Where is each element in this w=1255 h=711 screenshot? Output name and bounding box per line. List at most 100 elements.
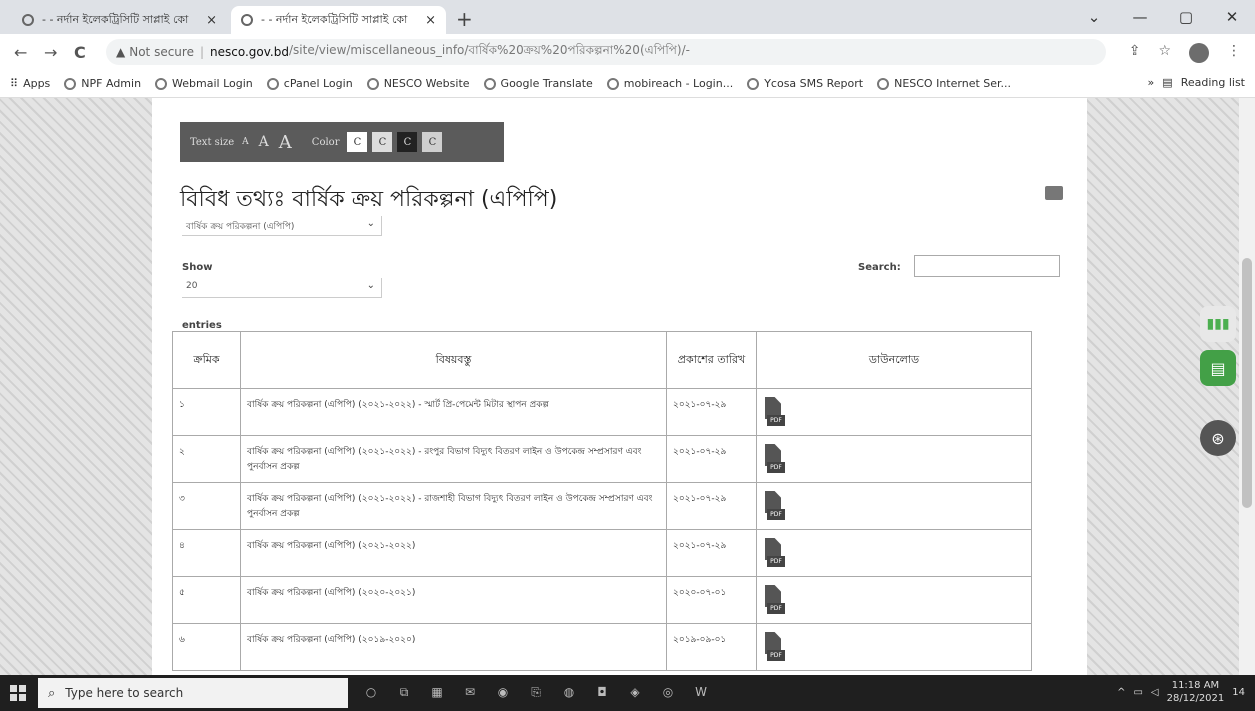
tray-chevron-icon[interactable]: ^: [1117, 687, 1125, 698]
tab-search-icon[interactable]: ⌄: [1071, 8, 1117, 26]
search-label: Search:: [858, 262, 901, 273]
chrome-active-icon[interactable]: ◎: [657, 681, 679, 703]
bookmark-npf-admin[interactable]: NPF Admin: [64, 77, 141, 90]
task-view-icon[interactable]: ⧉: [393, 681, 415, 703]
pdf-download-icon[interactable]: PDF: [765, 538, 787, 568]
bookmark-webmail[interactable]: Webmail Login: [155, 77, 253, 90]
color-light-button[interactable]: C: [372, 132, 393, 152]
pdf-download-icon[interactable]: PDF: [765, 397, 787, 427]
reading-list-button[interactable]: Reading list: [1181, 76, 1245, 89]
back-icon[interactable]: ←: [14, 43, 27, 62]
close-window-button[interactable]: ✕: [1209, 8, 1255, 26]
color-white-button[interactable]: C: [347, 132, 368, 152]
bookmark-star-icon[interactable]: ☆: [1158, 43, 1171, 63]
accessibility-icon[interactable]: ⊛: [1200, 420, 1236, 456]
browser-tab-1[interactable]: - - নর্দান ইলেকট্রিসিটি সাপ্লাই কো ×: [12, 6, 227, 34]
subject-cell: বার্ষিক ক্রয় পরিকল্পনা (এপিপি) (২০২১-২০…: [240, 482, 667, 530]
category-select-value: বার্ষিক ক্রয় পরিকল্পনা (এপিপি): [186, 222, 295, 232]
subject-cell: বার্ষিক ক্রয় পরিকল্পনা (এপিপি) (২০২১-২০…: [240, 529, 667, 577]
window-controls: ⌄ — ▢ ✕: [1071, 0, 1255, 34]
app-icon[interactable]: ◈: [624, 681, 646, 703]
network-icon[interactable]: ▭: [1133, 687, 1142, 698]
entries-count-select[interactable]: 20 ⌄: [182, 278, 382, 298]
pdf-download-icon[interactable]: PDF: [765, 444, 787, 474]
tab-title: - - নর্দান ইলেকট্রিসিটি সাপ্লাই কো: [261, 12, 408, 26]
vpn-icon[interactable]: ◉: [492, 681, 514, 703]
text-size-medium-button[interactable]: A: [259, 134, 269, 150]
date-cell: ২০২১-০৭-২৯: [666, 529, 757, 577]
maximize-button[interactable]: ▢: [1163, 8, 1209, 26]
close-tab-icon[interactable]: ×: [206, 13, 217, 28]
speaker-icon[interactable]: ◁: [1151, 687, 1159, 698]
more-bookmarks-icon[interactable]: »: [1148, 76, 1155, 89]
pdf-label: PDF: [767, 650, 785, 661]
page-title: বিবিধ তথ্যঃ বার্ষিক ক্রয় পরিকল্পনা (এপি…: [180, 187, 558, 212]
download-cell: PDF: [756, 623, 1032, 671]
bookmark-google-translate[interactable]: Google Translate: [483, 77, 593, 90]
color-dark-button[interactable]: C: [397, 132, 418, 152]
bookmark-ycosa[interactable]: Ycosa SMS Report: [747, 77, 863, 90]
share-icon[interactable]: ⇪: [1129, 43, 1141, 63]
network-app-icon[interactable]: ⎘: [525, 681, 547, 703]
minimize-button[interactable]: —: [1117, 8, 1163, 26]
browser-tab-2[interactable]: - - নর্দান ইলেকট্রিসিটি সাপ্লাই কো ×: [231, 6, 446, 34]
word-icon[interactable]: W: [690, 681, 712, 703]
download-cell: PDF: [756, 435, 1032, 483]
pdf-download-icon[interactable]: PDF: [765, 632, 787, 662]
chrome-icon[interactable]: ◍: [558, 681, 580, 703]
date-cell: ২০১৯-০৯-০১: [666, 623, 757, 671]
print-icon[interactable]: [1045, 186, 1063, 200]
profile-avatar[interactable]: [1189, 43, 1209, 63]
header-serial[interactable]: ক্রমিক: [172, 331, 241, 389]
outlook-icon[interactable]: ◘: [591, 681, 613, 703]
table-row: ৬ বার্ষিক ক্রয় পরিকল্পনা (এপিপি) (২০১৯-২…: [172, 623, 1032, 671]
subject-cell: বার্ষিক ক্রয় পরিকল্পনা (এপিপি) (২০২১-২০…: [240, 435, 667, 483]
browser-tab-strip: - - নর্দান ইলেকট্রিসিটি সাপ্লাই কো × - -…: [0, 0, 1255, 34]
taskbar-search-placeholder: Type here to search: [65, 686, 184, 700]
bookmark-mobireach[interactable]: mobireach - Login...: [606, 77, 733, 90]
bookmark-apps[interactable]: ⠿ Apps: [10, 77, 50, 90]
notification-badge[interactable]: 14: [1232, 687, 1245, 698]
browser-menu-icon[interactable]: ⋮: [1227, 43, 1241, 63]
file-explorer-icon[interactable]: ▦: [426, 681, 448, 703]
pdf-download-icon[interactable]: PDF: [765, 491, 787, 521]
chat-icon[interactable]: ▤: [1200, 350, 1236, 386]
windows-start-icon[interactable]: [10, 685, 26, 701]
bookmark-nesco-website[interactable]: NESCO Website: [366, 77, 470, 90]
header-date[interactable]: প্রকাশের তারিখ: [666, 331, 757, 389]
category-select[interactable]: বার্ষিক ক্রয় পরিকল্পনা (এপিপি) ⌄: [182, 216, 382, 236]
header-download[interactable]: ডাউনলোড: [756, 331, 1032, 389]
text-size-small-button[interactable]: A: [242, 137, 249, 147]
text-size-large-button[interactable]: A: [279, 132, 292, 153]
globe-icon: [606, 77, 619, 90]
serial-cell: ৪: [172, 529, 241, 577]
table-row: ১ বার্ষিক ক্রয় পরিকল্পনা (এপিপি) (২০২১-২…: [172, 388, 1032, 436]
table-row: ৩ বার্ষিক ক্রয় পরিকল্পনা (এপিপি) (২০২১-২…: [172, 482, 1032, 530]
not-secure-label: Not secure: [129, 45, 194, 59]
entries-label: entries: [182, 320, 222, 331]
forward-icon[interactable]: →: [44, 43, 57, 62]
header-subject[interactable]: বিষয়বস্তু: [240, 331, 667, 389]
pdf-download-icon[interactable]: PDF: [765, 585, 787, 615]
cortana-icon[interactable]: ○: [360, 681, 382, 703]
reload-icon[interactable]: C: [74, 43, 86, 62]
mail-icon[interactable]: ✉: [459, 681, 481, 703]
date-cell: ২০২১-০৭-২৯: [666, 388, 757, 436]
new-tab-button[interactable]: +: [456, 7, 473, 31]
date-cell: ২০২১-০৭-২৯: [666, 482, 757, 530]
bookmark-nesco-internet[interactable]: NESCO Internet Ser...: [877, 77, 1011, 90]
close-tab-icon[interactable]: ×: [425, 13, 436, 28]
stats-icon[interactable]: ▮▮▮: [1200, 306, 1236, 342]
search-input[interactable]: [914, 255, 1060, 277]
color-gray-button[interactable]: C: [422, 132, 443, 152]
clock[interactable]: 11:18 AM 28/12/2021: [1167, 679, 1225, 705]
table-row: ২ বার্ষিক ক্রয় পরিকল্পনা (এপিপি) (২০২১-২…: [172, 435, 1032, 483]
page-scrollbar[interactable]: [1239, 98, 1255, 675]
bookmark-cpanel[interactable]: cPanel Login: [266, 77, 353, 90]
url-bar[interactable]: ▲ Not secure | nesco.gov.bd /site/view/m…: [106, 39, 1106, 65]
taskbar-search-box[interactable]: ⌕ Type here to search: [38, 678, 348, 708]
page-background: Text size A A A Color C C C C বিবিধ তথ্য…: [0, 98, 1255, 675]
scrollbar-thumb[interactable]: [1242, 258, 1252, 508]
warning-icon[interactable]: ▲: [116, 45, 125, 59]
subject-cell: বার্ষিক ক্রয় পরিকল্পনা (এপিপি) (২০২০-২০…: [240, 576, 667, 624]
